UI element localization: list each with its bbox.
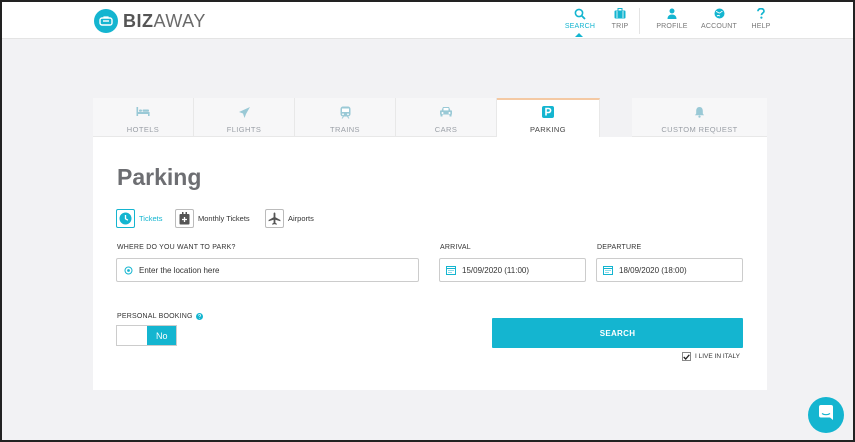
location-label: WHERE DO YOU WANT TO PARK? (117, 244, 236, 251)
nav-trip[interactable]: TRIP (595, 8, 645, 30)
active-indicator (575, 33, 583, 37)
type-monthly-tickets-label: Monthly Tickets (198, 213, 250, 223)
airplane-icon (265, 208, 284, 228)
plane-icon (194, 106, 294, 120)
personal-booking-label: PERSONAL BOOKING (117, 313, 203, 320)
personal-booking-text: PERSONAL BOOKING (117, 313, 193, 320)
departure-label: DEPARTURE (597, 244, 642, 251)
brand-name: BIZAWAY (123, 10, 206, 31)
nav-trip-label: TRIP (611, 23, 629, 30)
departure-value: 18/09/2020 (18:00) (619, 265, 687, 275)
user-icon (647, 8, 697, 20)
nav-help[interactable]: HELP (736, 8, 786, 30)
chat-launcher-button[interactable] (808, 397, 844, 433)
tab-custom-request[interactable]: CUSTOM REQUEST (632, 98, 767, 137)
tab-hotels-label: HOTELS (126, 125, 160, 134)
tab-trains[interactable]: TRAINS (295, 98, 396, 137)
main-nav: SEARCH TRIP PROFILE ACCOUNT HELP (553, 2, 853, 39)
service-tabs: HOTELS FLIGHTS TRAINS CARS PARKING CUSTO… (93, 98, 767, 137)
logo-icon (94, 9, 118, 33)
clock-icon (116, 208, 135, 228)
toggle-off-segment[interactable] (117, 326, 148, 345)
bell-icon (632, 106, 767, 120)
tab-hotels[interactable]: HOTELS (93, 98, 194, 137)
train-icon (295, 106, 395, 120)
suitcase-icon (595, 8, 645, 20)
checkmark-icon[interactable] (682, 352, 691, 361)
arrival-label: ARRIVAL (440, 244, 471, 251)
arrival-value: 15/09/2020 (11:00) (462, 265, 530, 275)
tab-parking[interactable]: PARKING (497, 98, 600, 137)
calendar-icon (440, 265, 462, 275)
tab-flights-label: FLIGHTS (226, 125, 262, 134)
type-airports-label: Airports (288, 213, 314, 223)
tab-cars[interactable]: CARS (396, 98, 497, 137)
type-airports[interactable]: Airports (265, 208, 314, 228)
arrival-date-input[interactable]: 15/09/2020 (11:00) (439, 258, 586, 282)
departure-date-input[interactable]: 18/09/2020 (18:00) (596, 258, 743, 282)
question-icon (736, 8, 786, 20)
help-circle-icon[interactable] (195, 313, 203, 320)
live-in-italy-checkbox[interactable]: I LIVE IN ITALY (682, 352, 740, 361)
nav-profile-label: PROFILE (656, 23, 688, 30)
search-card: HOTELS FLIGHTS TRAINS CARS PARKING CUSTO… (93, 98, 767, 390)
tab-cars-label: CARS (434, 125, 458, 134)
location-target-icon (117, 266, 139, 275)
calendar-icon (597, 265, 619, 275)
tab-custom-request-label: CUSTOM REQUEST (661, 125, 738, 134)
location-placeholder: Enter the location here (139, 265, 220, 275)
tab-parking-label: PARKING (529, 125, 566, 134)
nav-divider (639, 8, 640, 34)
chat-icon (817, 404, 835, 427)
tab-flights[interactable]: FLIGHTS (194, 98, 295, 137)
toggle-no-segment[interactable]: No (147, 326, 176, 345)
type-monthly-tickets[interactable]: Monthly Tickets (175, 208, 250, 228)
nav-account-label: ACCOUNT (700, 23, 737, 30)
nav-profile[interactable]: PROFILE (647, 8, 697, 30)
nav-search-label: SEARCH (564, 23, 596, 30)
nav-help-label: HELP (751, 23, 771, 30)
top-navbar: BIZAWAY SEARCH TRIP PROFILE ACCOUNT HELP (2, 2, 853, 39)
bed-icon (93, 106, 193, 120)
live-in-italy-label: I LIVE IN ITALY (695, 353, 740, 360)
type-tickets[interactable]: Tickets (116, 208, 162, 228)
parking-icon (497, 106, 599, 120)
location-input[interactable]: Enter the location here (116, 258, 419, 282)
tab-spacer (600, 98, 632, 137)
bizaway-logo[interactable]: BIZAWAY (94, 8, 206, 34)
personal-booking-toggle[interactable]: No (116, 325, 177, 346)
calendar-badge-icon (175, 208, 194, 228)
tab-trains-label: TRAINS (330, 125, 360, 134)
search-button[interactable]: SEARCH (492, 318, 743, 348)
page-title: Parking (117, 164, 202, 190)
type-tickets-label: Tickets (139, 213, 163, 223)
car-icon (396, 106, 496, 120)
